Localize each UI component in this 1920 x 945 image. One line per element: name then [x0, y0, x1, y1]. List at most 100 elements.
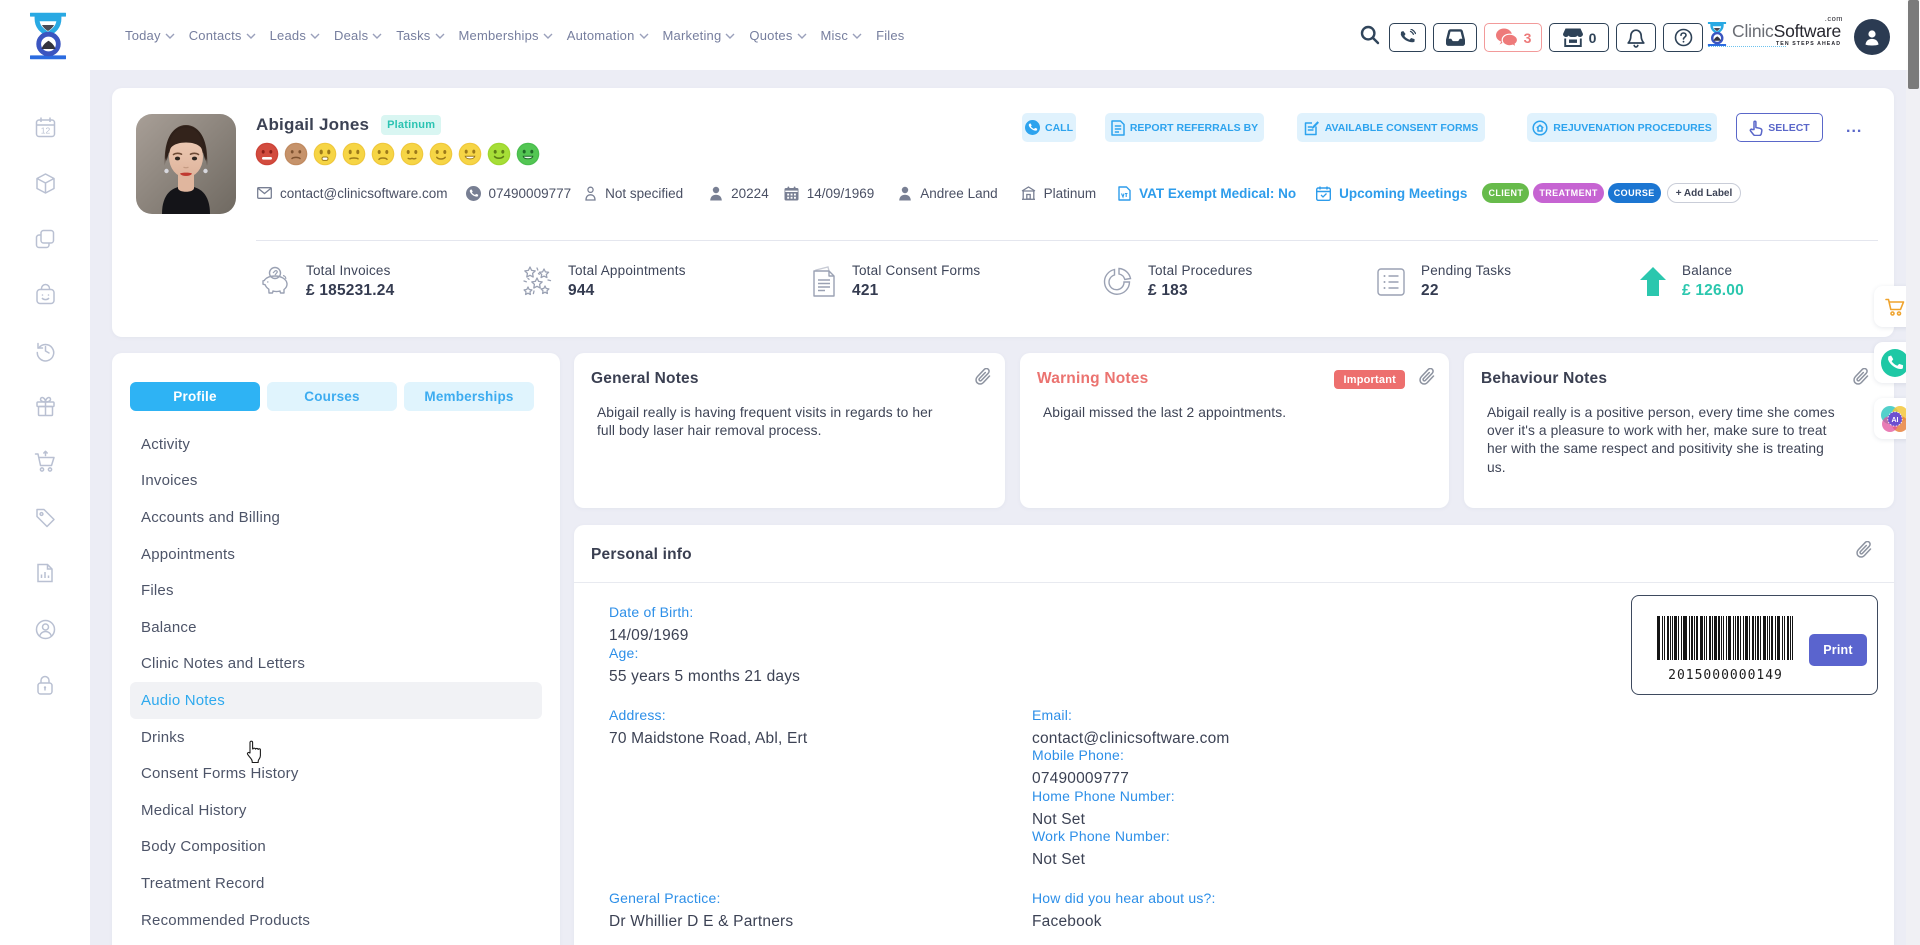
- mood-6-icon[interactable]: [400, 142, 424, 166]
- menu-files[interactable]: Files: [130, 572, 542, 609]
- clinicsoftware-logo[interactable]: ClinicSoftware .com TEN STEPS AHEAD: [1706, 21, 1841, 47]
- upcoming-meetings-link[interactable]: Upcoming Meetings: [1316, 186, 1467, 201]
- behaviour-notes-title: Behaviour Notes: [1481, 370, 1607, 388]
- sidebar-cube-icon[interactable]: [0, 156, 90, 212]
- tag-client[interactable]: CLIENT: [1482, 183, 1529, 203]
- tag-treatment[interactable]: TREATMENT: [1533, 183, 1603, 203]
- inbox-button[interactable]: [1433, 23, 1477, 52]
- mood-10-icon[interactable]: [516, 142, 540, 166]
- menu-invoices[interactable]: Invoices: [130, 463, 542, 500]
- behaviour-notes-card: Behaviour Notes Abigail really is a posi…: [1464, 353, 1894, 508]
- sidebar-cart-icon[interactable]: [0, 434, 90, 490]
- personal-info-attach-icon[interactable]: [1856, 541, 1873, 559]
- tab-memberships[interactable]: Memberships: [404, 382, 534, 411]
- menu-balance[interactable]: Balance: [130, 609, 542, 646]
- store-count-badge: 0: [1589, 30, 1597, 46]
- sidebar-gift-icon[interactable]: [0, 378, 90, 434]
- mood-9-icon[interactable]: [487, 142, 511, 166]
- client-phone[interactable]: 07490009777: [466, 186, 572, 201]
- menu-activity[interactable]: Activity: [130, 426, 542, 463]
- report-referrals-button[interactable]: REPORT REFERRALS BY: [1105, 113, 1264, 142]
- user-avatar[interactable]: [1854, 19, 1890, 55]
- sidebar-history-icon[interactable]: [0, 323, 90, 379]
- menu-consent-forms-history[interactable]: Consent Forms History: [130, 755, 542, 792]
- mood-4-icon[interactable]: [342, 142, 366, 166]
- call-button[interactable]: CALL: [1022, 113, 1076, 142]
- client-email[interactable]: contact@clinicsoftware.com: [257, 186, 448, 201]
- dialer-button[interactable]: [1389, 23, 1426, 52]
- nav-quotes[interactable]: Quotes: [749, 28, 806, 43]
- menu-audio-notes[interactable]: Audio Notes: [130, 682, 542, 719]
- scrollbar-track[interactable]: [1906, 0, 1920, 945]
- mood-2-icon[interactable]: [284, 142, 308, 166]
- client-id[interactable]: 20224: [709, 186, 769, 201]
- mood-7-icon[interactable]: [429, 142, 453, 166]
- chat-button[interactable]: 3: [1484, 23, 1542, 52]
- nav-automation[interactable]: Automation: [567, 28, 649, 43]
- hourglass-logo-icon[interactable]: [25, 12, 71, 60]
- sidebar-copy-icon[interactable]: [0, 211, 90, 267]
- nav-deals[interactable]: Deals: [334, 28, 382, 43]
- sidebar-bag-icon[interactable]: [0, 267, 90, 323]
- client-gender[interactable]: Not specified: [584, 186, 683, 201]
- nav-leads[interactable]: Leads: [270, 28, 320, 43]
- menu-medical-history[interactable]: Medical History: [130, 792, 542, 829]
- menu-treatment-record[interactable]: Treatment Record: [130, 865, 542, 902]
- chat-count-badge: 3: [1524, 30, 1532, 46]
- panel-menu: Activity Invoices Accounts and Billing A…: [130, 426, 542, 938]
- nav-misc[interactable]: Misc: [821, 28, 863, 43]
- scrollbar-thumb[interactable]: [1908, 0, 1919, 89]
- nav-marketing[interactable]: Marketing: [663, 28, 736, 43]
- main-nav: Today Contacts Leads Deals Tasks Members…: [125, 0, 905, 70]
- nav-files[interactable]: Files: [876, 28, 904, 43]
- mood-5-icon[interactable]: [371, 142, 395, 166]
- menu-body-composition[interactable]: Body Composition: [130, 829, 542, 866]
- vat-exempt-link[interactable]: VAT Exempt Medical: No: [1118, 186, 1296, 201]
- barcode-box: 2015000000149 Print: [1631, 595, 1878, 695]
- add-label-button[interactable]: + Add Label: [1667, 183, 1742, 203]
- stat-total-invoices: Total Invoices£ 185231.24: [258, 263, 394, 300]
- more-actions-button[interactable]: ...: [1846, 119, 1862, 137]
- general-notes-body: Abigail really is having frequent visits…: [597, 404, 949, 440]
- nav-contacts[interactable]: Contacts: [189, 28, 256, 43]
- menu-drinks[interactable]: Drinks: [130, 719, 542, 756]
- warning-notes-body: Abigail missed the last 2 appointments.: [1043, 404, 1433, 422]
- general-notes-attach-icon[interactable]: [975, 368, 992, 386]
- tag-course[interactable]: COURSE: [1608, 183, 1661, 203]
- select-button[interactable]: SELECT: [1736, 113, 1823, 142]
- nav-memberships[interactable]: Memberships: [459, 28, 553, 43]
- client-branch[interactable]: Platinum: [1021, 186, 1097, 201]
- profile-divider: [256, 240, 1878, 241]
- brand-name: ClinicSoftware: [1732, 21, 1841, 42]
- mood-3-icon[interactable]: [313, 142, 337, 166]
- menu-recommended-products[interactable]: Recommended Products: [130, 902, 542, 939]
- sidebar-person-circle-icon[interactable]: [0, 601, 90, 657]
- store-button[interactable]: 0: [1549, 23, 1609, 52]
- sidebar-tag-icon[interactable]: [0, 490, 90, 546]
- warning-notes-attach-icon[interactable]: [1419, 368, 1436, 386]
- menu-appointments[interactable]: Appointments: [130, 536, 542, 573]
- client-dob[interactable]: 14/09/1969: [784, 186, 875, 201]
- rejuvenation-procedures-button[interactable]: REJUVENATION PROCEDURES: [1527, 113, 1717, 142]
- client-owner[interactable]: Andree Land: [898, 186, 997, 201]
- sidebar-lock-icon[interactable]: [0, 657, 90, 713]
- available-consent-forms-button[interactable]: AVAILABLE CONSENT FORMS: [1297, 113, 1485, 142]
- nav-tasks[interactable]: Tasks: [396, 28, 444, 43]
- help-button[interactable]: [1663, 23, 1703, 52]
- tab-profile[interactable]: Profile: [130, 382, 260, 411]
- menu-accounts-and-billing[interactable]: Accounts and Billing: [130, 499, 542, 536]
- client-sections-panel: Profile Courses Memberships Activity Inv…: [112, 353, 560, 945]
- tab-courses[interactable]: Courses: [267, 382, 397, 411]
- mood-1-icon[interactable]: [255, 142, 279, 166]
- behaviour-notes-attach-icon[interactable]: [1853, 368, 1870, 386]
- print-button[interactable]: Print: [1809, 634, 1867, 666]
- sidebar-report-icon[interactable]: [0, 546, 90, 602]
- sidebar-calendar-icon[interactable]: 12: [0, 100, 90, 156]
- nav-today[interactable]: Today: [125, 28, 175, 43]
- search-icon[interactable]: [1359, 24, 1381, 46]
- mood-8-icon[interactable]: [458, 142, 482, 166]
- client-photo[interactable]: [136, 114, 236, 214]
- client-name: Abigail Jones: [256, 115, 369, 135]
- notifications-button[interactable]: [1616, 23, 1656, 52]
- menu-clinic-notes-and-letters[interactable]: Clinic Notes and Letters: [130, 646, 542, 683]
